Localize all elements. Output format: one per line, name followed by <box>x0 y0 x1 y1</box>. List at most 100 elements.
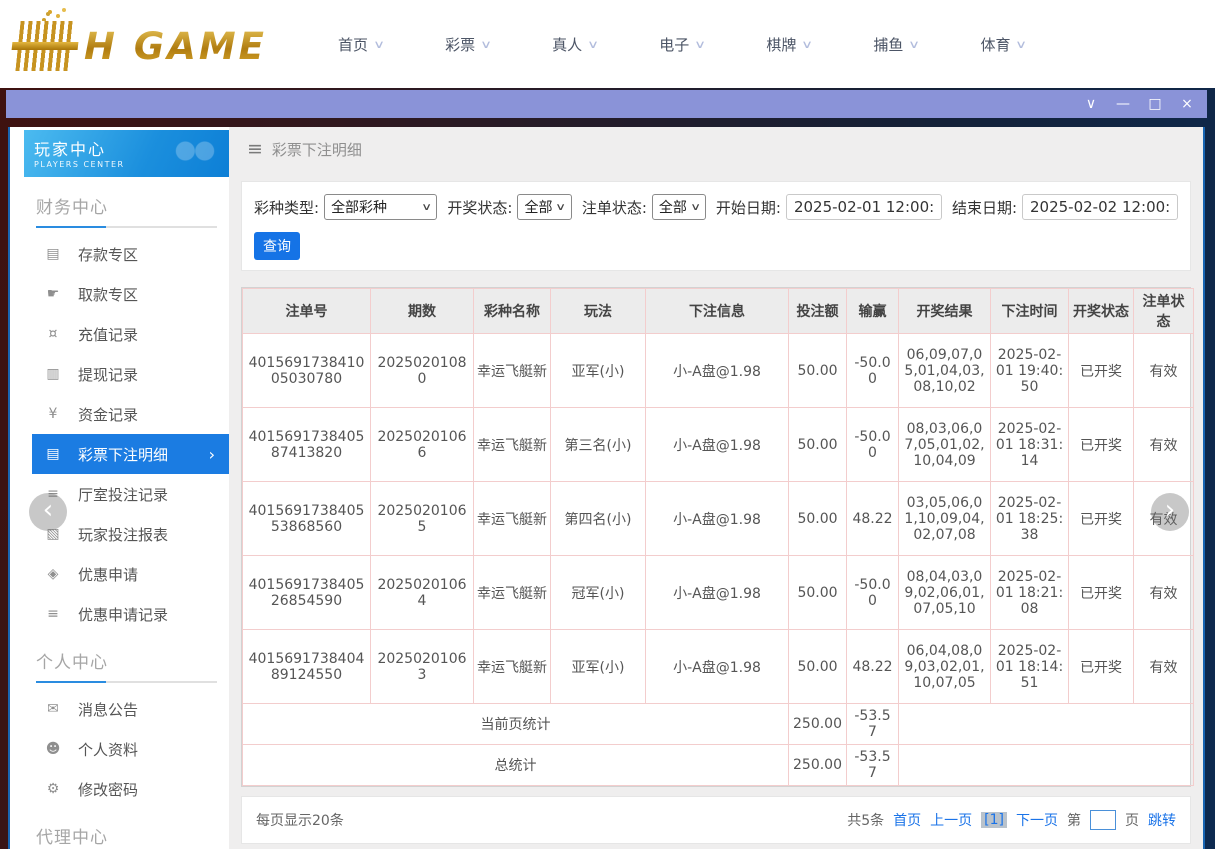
table-cell: 幸运飞艇新 <box>474 556 551 630</box>
table-cell: 有效 <box>1134 334 1194 408</box>
list-icon: ≡ <box>44 606 62 622</box>
summary-label: 总统计 <box>243 745 789 786</box>
page-jump-input[interactable] <box>1090 810 1116 830</box>
chevron-down-icon: ∨ <box>480 38 492 51</box>
nav-item-lottery[interactable]: 彩票 ∨ <box>445 34 490 55</box>
screen: H GAME 首页 ∨ 彩票 ∨ 真人 ∨ 电子 ∨ 棋牌 ∨ 捕鱼 ∨ 体育 … <box>0 0 1215 849</box>
sidebar-item-personal-profile[interactable]: ☻ 个人资料 › <box>32 729 229 769</box>
nav-item-home[interactable]: 首页 ∨ <box>338 34 383 55</box>
table-cell: 06,04,08,09,03,02,01,10,07,05 <box>899 630 991 704</box>
order-status-select[interactable]: 全部 ∨ <box>652 194 706 220</box>
gamepad-icon <box>173 136 217 166</box>
table-cell: 幸运飞艇新 <box>474 334 551 408</box>
first-page-link[interactable]: 首页 <box>893 810 921 830</box>
sidebar-item-label: 优惠申请记录 <box>78 604 168 625</box>
chevron-right-icon: › <box>209 445 215 464</box>
start-date-label: 开始日期: <box>716 197 781 218</box>
nav-item-label: 棋牌 <box>766 34 796 55</box>
section-underline <box>36 681 217 683</box>
summary-bet-total: 250.00 <box>789 704 847 745</box>
table-cell: -50.00 <box>847 556 899 630</box>
nav-item-board-games[interactable]: 棋牌 ∨ <box>766 34 811 55</box>
table-row: 40156917384058741382020250201066幸运飞艇新第三名… <box>243 408 1194 482</box>
sidebar-item-label: 存款专区 <box>78 244 138 265</box>
start-date-input[interactable] <box>786 194 942 220</box>
table-cell: 2025-02-01 18:25:38 <box>991 482 1069 556</box>
chevron-down-icon: ∨ <box>801 38 813 51</box>
nav-item-sports[interactable]: 体育 ∨ <box>980 34 1025 55</box>
table-cell: 50.00 <box>789 482 847 556</box>
table-cell: 06,09,07,05,01,04,03,08,10,02 <box>899 334 991 408</box>
prev-page-link[interactable]: 上一页 <box>930 810 972 830</box>
sidebar-item-label: 资金记录 <box>78 404 138 425</box>
window-maximize-button[interactable]: □ <box>1139 90 1171 118</box>
carousel-prev-button[interactable]: ‹ <box>29 493 67 531</box>
sidebar-item-recharge-record[interactable]: ¤ 充值记录 › <box>32 314 229 354</box>
window-minimize-button[interactable]: — <box>1107 90 1139 118</box>
window-close-button[interactable]: × <box>1171 90 1203 118</box>
table-cell: 03,05,06,01,10,09,04,02,07,08 <box>899 482 991 556</box>
end-date-input[interactable] <box>1022 194 1178 220</box>
sidebar-item-promo-apply[interactable]: ◈ 优惠申请 › <box>32 554 229 594</box>
hamburger-icon[interactable]: ≡ <box>247 138 263 160</box>
sidebar-item-funds-record[interactable]: ¥ 资金记录 › <box>32 394 229 434</box>
table-cell: 有效 <box>1134 630 1194 704</box>
table-cell: 第四名(小) <box>551 482 646 556</box>
next-page-link[interactable]: 下一页 <box>1016 810 1058 830</box>
table-cell: 20250201063 <box>371 630 474 704</box>
lottery-type-label: 彩种类型: <box>254 197 319 218</box>
carousel-next-button[interactable]: › <box>1151 493 1189 531</box>
main-scroll: 彩种类型: 全部彩种 ∨ 开奖状态: 全部 ∨ 注单状态: <box>229 171 1203 844</box>
sidebar-item-label: 优惠申请 <box>78 564 138 585</box>
chevron-down-icon: ∨ <box>587 38 599 51</box>
nav-item-fishing[interactable]: 捕鱼 ∨ <box>873 34 918 55</box>
filter-row: 彩种类型: 全部彩种 ∨ 开奖状态: 全部 ∨ 注单状态: <box>254 194 1178 220</box>
chevron-down-icon: ∨ <box>690 202 701 213</box>
wallet-icon: ▥ <box>44 366 62 382</box>
bets-table-panel: 注单号期数彩种名称玩法下注信息投注额输赢开奖结果下注时间开奖状态注单状态 401… <box>241 287 1191 787</box>
jump-link[interactable]: 跳转 <box>1148 810 1176 830</box>
draw-status-select[interactable]: 全部 ∨ <box>517 194 571 220</box>
sidebar-item-change-password[interactable]: ⚙ 修改密码 › <box>32 769 229 809</box>
sidebar-item-withdrawal-record[interactable]: ▥ 提现记录 › <box>32 354 229 394</box>
summary-label: 当前页统计 <box>243 704 789 745</box>
table-cell: 401569173841005030780 <box>243 334 371 408</box>
sidebar-item-label: 提现记录 <box>78 364 138 385</box>
nav-item-label: 电子 <box>659 34 689 55</box>
sidebar-item-promo-apply-record[interactable]: ≡ 优惠申请记录 › <box>32 594 229 634</box>
table-cell: 2025-02-01 18:31:14 <box>991 408 1069 482</box>
sidebar-item-label: 玩家投注报表 <box>78 524 168 545</box>
sidebar-item-label: 厅室投注记录 <box>78 484 168 505</box>
table-cell: 已开奖 <box>1069 334 1134 408</box>
table-cell: 20250201066 <box>371 408 474 482</box>
per-page-label: 每页显示20条 <box>256 810 344 830</box>
table-cell: 亚军(小) <box>551 334 646 408</box>
column-header: 注单号 <box>243 289 371 334</box>
lottery-type-select[interactable]: 全部彩种 ∨ <box>324 194 437 220</box>
brand-logo[interactable]: H GAME <box>18 16 267 76</box>
table-cell: 亚军(小) <box>551 630 646 704</box>
table-row: 40156917384048912455020250201063幸运飞艇新亚军(… <box>243 630 1194 704</box>
sidebar-item-withdraw-zone[interactable]: ☛ 取款专区 › <box>32 274 229 314</box>
logo-sparkle-decoration <box>48 10 52 14</box>
summary-win-loss: -53.57 <box>847 745 899 786</box>
sidebar-item-deposit-zone[interactable]: ▤ 存款专区 › <box>32 234 229 274</box>
table-cell: 20250201065 <box>371 482 474 556</box>
table-cell: 第三名(小) <box>551 408 646 482</box>
table-cell: -50.00 <box>847 408 899 482</box>
nav-item-electronic[interactable]: 电子 ∨ <box>659 34 704 55</box>
window-collapse-button[interactable]: ∨ <box>1075 90 1107 118</box>
bell-icon: ✉ <box>44 701 62 717</box>
nav-item-label: 首页 <box>338 34 368 55</box>
sidebar-item-message-announcement[interactable]: ✉ 消息公告 › <box>32 689 229 729</box>
end-date-label: 结束日期: <box>952 197 1017 218</box>
table-cell: 50.00 <box>789 556 847 630</box>
nav-item-label: 捕鱼 <box>873 34 903 55</box>
summary-win-loss: -53.57 <box>847 704 899 745</box>
table-row: 40156917384100503078020250201080幸运飞艇新亚军(… <box>243 334 1194 408</box>
nav-item-live[interactable]: 真人 ∨ <box>552 34 597 55</box>
sidebar-item-lottery-bet-detail[interactable]: ▤ 彩票下注明细 › <box>32 434 229 474</box>
page-title: 彩票下注明细 <box>272 139 362 160</box>
table-cell: 小-A盘@1.98 <box>646 482 789 556</box>
search-button[interactable]: 查询 <box>254 232 300 260</box>
